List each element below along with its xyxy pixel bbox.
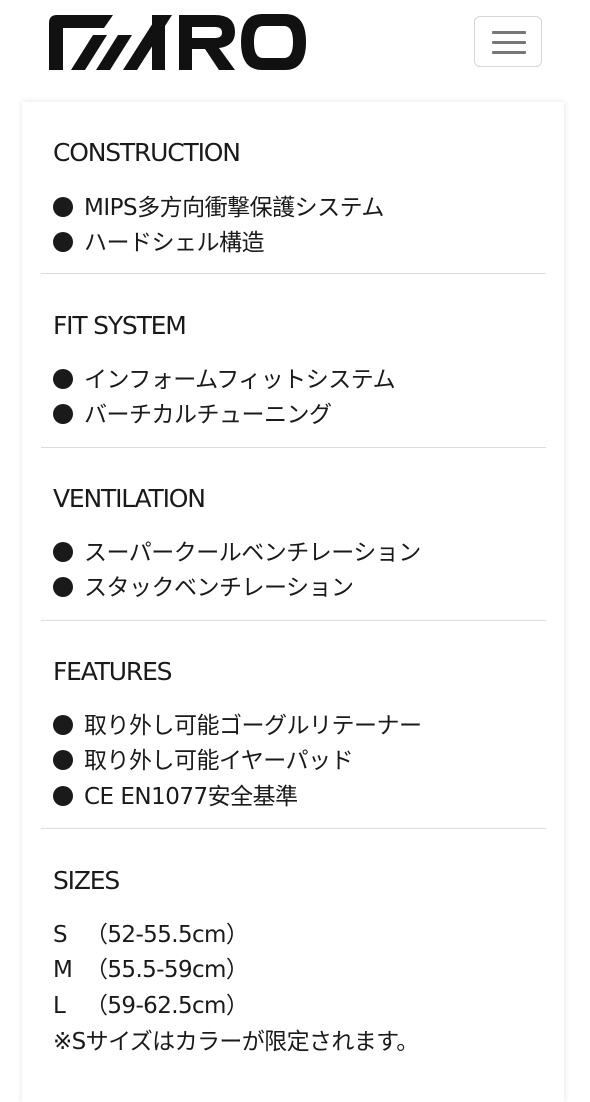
bullet-icon	[53, 369, 73, 389]
bullet-icon	[53, 715, 73, 735]
list-item: バーチカルチューニング	[53, 399, 332, 431]
spec-section-fit-system: FIT SYSTEM インフォームフィットシステム バーチカルチューニング	[41, 274, 546, 448]
bullet-icon	[53, 197, 73, 217]
list-item-text: ハードシェル構造	[84, 230, 265, 256]
section-title: SIZES	[53, 866, 120, 895]
list-item: 取り外し可能ゴーグルリテーナー	[53, 710, 422, 742]
section-title: FEATURES	[53, 657, 173, 686]
hamburger-menu-icon-bar	[492, 51, 526, 54]
list-item: 取り外し可能イヤーパッド	[53, 745, 354, 777]
spec-section-ventilation: VENTILATION スーパークールベンチレーション スタックベンチレーション	[41, 448, 546, 621]
bullet-icon	[53, 232, 73, 252]
section-title: FIT SYSTEM	[53, 311, 187, 340]
bullet-icon	[53, 750, 73, 770]
list-item-text: 取り外し可能イヤーパッド	[84, 748, 354, 774]
list-item: CE EN1077安全基準	[53, 781, 298, 813]
section-title: VENTILATION	[53, 484, 206, 513]
hamburger-menu-icon	[492, 31, 526, 34]
list-item-text: MIPS多方向衝撃保護システム	[84, 195, 384, 221]
bullet-icon	[53, 404, 73, 424]
size-range: （59-62.5cm）	[85, 993, 249, 1019]
list-item-text: バーチカルチューニング	[84, 402, 332, 428]
menu-toggle-button[interactable]	[474, 16, 542, 67]
list-item-text: スーパークールベンチレーション	[84, 540, 421, 566]
spec-section-features: FEATURES 取り外し可能ゴーグルリテーナー 取り外し可能イヤーパッド CE…	[41, 621, 546, 829]
giro-logo[interactable]	[49, 13, 307, 71]
size-range: （55.5-59cm）	[85, 957, 249, 983]
list-item-text: CE EN1077安全基準	[84, 784, 298, 810]
bullet-icon	[53, 577, 73, 597]
list-item: MIPS多方向衝撃保護システム	[53, 192, 384, 224]
size-row: M （55.5-59cm）	[53, 954, 249, 986]
size-label: S	[53, 922, 68, 948]
bullet-icon	[53, 786, 73, 806]
giro-wordmark-icon	[49, 14, 306, 70]
size-range: （52-55.5cm）	[85, 922, 249, 948]
list-item: スタックベンチレーション	[53, 572, 354, 604]
hamburger-menu-icon-bar	[492, 41, 526, 44]
spec-section-construction: CONSTRUCTION MIPS多方向衝撃保護システム ハードシェル構造	[41, 125, 546, 274]
size-label: M	[53, 957, 73, 983]
size-row: L （59-62.5cm）	[53, 990, 249, 1022]
list-item-text: インフォームフィットシステム	[84, 367, 396, 393]
list-item-text: スタックベンチレーション	[84, 575, 354, 601]
list-item: ハードシェル構造	[53, 227, 265, 259]
size-note: ※Sサイズはカラーが限定されます。	[53, 1029, 419, 1055]
size-row: S （52-55.5cm）	[53, 919, 249, 951]
navbar	[0, 0, 590, 100]
list-item: スーパークールベンチレーション	[53, 537, 421, 569]
list-item: インフォームフィットシステム	[53, 364, 396, 396]
size-label: L	[53, 993, 66, 1019]
spec-section-sizes: SIZES S （52-55.5cm） M （55.5-59cm） L （59-62.…	[41, 829, 546, 1080]
list-item-text: 取り外し可能ゴーグルリテーナー	[84, 713, 422, 739]
section-title: CONSTRUCTION	[53, 138, 241, 167]
bullet-icon	[53, 542, 73, 562]
